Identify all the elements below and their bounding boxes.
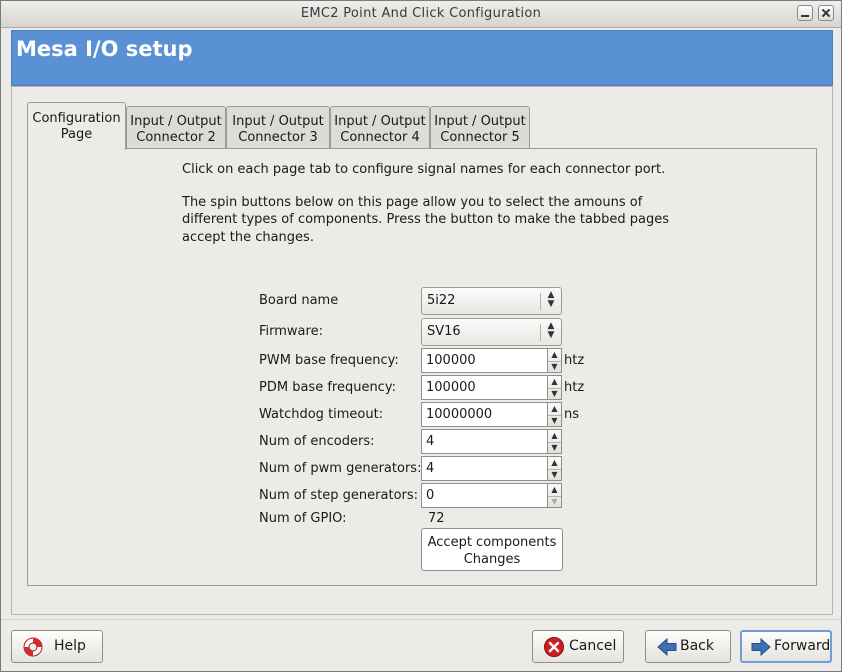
- spin-down-icon[interactable]: ▼: [548, 388, 561, 400]
- combo-arrows-icon: ▲ ▼: [547, 321, 555, 340]
- tab-label-line2: Page: [60, 127, 93, 142]
- gpio-value: 72: [428, 511, 445, 526]
- cancel-icon: [544, 637, 564, 657]
- lifebuoy-icon: [23, 637, 43, 657]
- spin-buttons: ▲ ▼: [548, 483, 562, 508]
- board-name-label: Board name: [259, 293, 339, 308]
- tab-label-line1: Input / Output: [130, 114, 222, 129]
- pdm-freq-spinner[interactable]: 100000 ▲ ▼: [421, 375, 562, 400]
- button-area-separator: [1, 619, 841, 620]
- tab-connector-3[interactable]: Input / Output Connector 3: [226, 106, 330, 149]
- tab-label-line1: Input / Output: [434, 114, 526, 129]
- firmware-combo[interactable]: SV16 ▲ ▼: [421, 318, 562, 346]
- pdm-freq-unit: htz: [564, 380, 585, 395]
- tab-connector-5[interactable]: Input / Output Connector 5: [430, 106, 530, 149]
- encoders-input[interactable]: 4: [421, 429, 548, 454]
- pwmgen-label: Num of pwm generators:: [259, 461, 422, 476]
- back-label: Back: [680, 638, 714, 654]
- spin-down-icon[interactable]: ▼: [548, 415, 561, 427]
- pwmgen-spinner[interactable]: 4 ▲ ▼: [421, 456, 562, 481]
- arrow-left-icon: [657, 637, 677, 657]
- spin-buttons: ▲ ▼: [548, 375, 562, 400]
- back-button[interactable]: Back: [645, 630, 731, 663]
- tab-label-line1: Configuration: [32, 111, 121, 126]
- arrow-right-icon: [751, 637, 771, 657]
- info-text-line1: Click on each page tab to configure sign…: [182, 162, 666, 177]
- spin-buttons: ▲ ▼: [548, 402, 562, 427]
- minimize-button[interactable]: [797, 5, 813, 21]
- spin-buttons: ▲ ▼: [548, 348, 562, 373]
- tab-label-line2: Connector 5: [440, 130, 520, 145]
- stepgen-label: Num of step generators:: [259, 488, 419, 503]
- gpio-label: Num of GPIO:: [259, 511, 347, 526]
- spin-buttons: ▲ ▼: [548, 429, 562, 454]
- watchdog-unit: ns: [564, 407, 580, 422]
- tab-configuration-page[interactable]: Configuration Page: [27, 102, 126, 150]
- pdm-freq-input[interactable]: 100000: [421, 375, 548, 400]
- watchdog-input[interactable]: 10000000: [421, 402, 548, 427]
- tab-label-line2: Connector 2: [136, 130, 216, 145]
- combo-separator: [540, 293, 541, 310]
- configuration-window: EMC2 Point And Click Configuration Mesa …: [0, 0, 842, 672]
- spin-down-icon: ▼: [551, 497, 558, 506]
- combo-separator: [540, 324, 541, 341]
- pwm-freq-spinner[interactable]: 100000 ▲ ▼: [421, 348, 562, 373]
- stepgen-spinner[interactable]: 0 ▲ ▼: [421, 483, 562, 508]
- tab-label-line2: Connector 3: [238, 130, 318, 145]
- spin-down-icon[interactable]: ▼: [548, 469, 561, 481]
- close-window-button[interactable]: [818, 5, 834, 21]
- pwm-freq-label: PWM base frequency:: [259, 353, 399, 368]
- tab-connector-4[interactable]: Input / Output Connector 4: [330, 106, 430, 149]
- pwm-freq-input[interactable]: 100000: [421, 348, 548, 373]
- info-text-line4: accept the changes.: [182, 230, 314, 245]
- info-text-line2: The spin buttons below on this page allo…: [182, 195, 643, 210]
- header-banner: Mesa I/O setup: [11, 30, 833, 86]
- spin-buttons: ▲ ▼: [548, 456, 562, 481]
- window-title: EMC2 Point And Click Configuration: [300, 6, 542, 21]
- cancel-button[interactable]: Cancel: [532, 630, 624, 663]
- pwm-freq-unit: htz: [564, 353, 585, 368]
- combo-arrows-icon: ▲ ▼: [547, 290, 555, 309]
- help-button[interactable]: Help: [11, 630, 103, 663]
- watchdog-spinner[interactable]: 10000000 ▲ ▼: [421, 402, 562, 427]
- encoders-spinner[interactable]: 4 ▲ ▼: [421, 429, 562, 454]
- encoders-label: Num of encoders:: [259, 434, 375, 449]
- spin-down-icon[interactable]: ▼: [548, 361, 561, 373]
- forward-button[interactable]: Forward: [740, 630, 832, 663]
- title-bar[interactable]: EMC2 Point And Click Configuration: [1, 1, 841, 28]
- forward-label: Forward: [774, 638, 831, 654]
- tab-label-line2: Connector 4: [340, 130, 420, 145]
- help-label: Help: [54, 638, 86, 654]
- pdm-freq-label: PDM base frequency:: [259, 380, 396, 395]
- tab-label-line1: Input / Output: [232, 114, 324, 129]
- tab-connector-2[interactable]: Input / Output Connector 2: [126, 106, 226, 149]
- page-title: Mesa I/O setup: [16, 37, 193, 61]
- board-name-value: 5i22: [427, 293, 456, 308]
- accept-label-line1: Accept components: [427, 535, 557, 550]
- info-text-line3: different types of components. Press the…: [182, 212, 670, 227]
- watchdog-label: Watchdog timeout:: [259, 407, 384, 422]
- firmware-value: SV16: [427, 324, 461, 339]
- pwmgen-input[interactable]: 4: [421, 456, 548, 481]
- stepgen-input[interactable]: 0: [421, 483, 548, 508]
- accept-label-line2: Changes: [463, 552, 521, 567]
- accept-components-button[interactable]: Accept components Changes: [421, 528, 563, 571]
- board-name-combo[interactable]: 5i22 ▲ ▼: [421, 287, 562, 315]
- cancel-label: Cancel: [569, 638, 617, 654]
- spin-down-icon[interactable]: ▼: [548, 442, 561, 454]
- firmware-label: Firmware:: [259, 324, 323, 339]
- tab-label-line1: Input / Output: [334, 114, 426, 129]
